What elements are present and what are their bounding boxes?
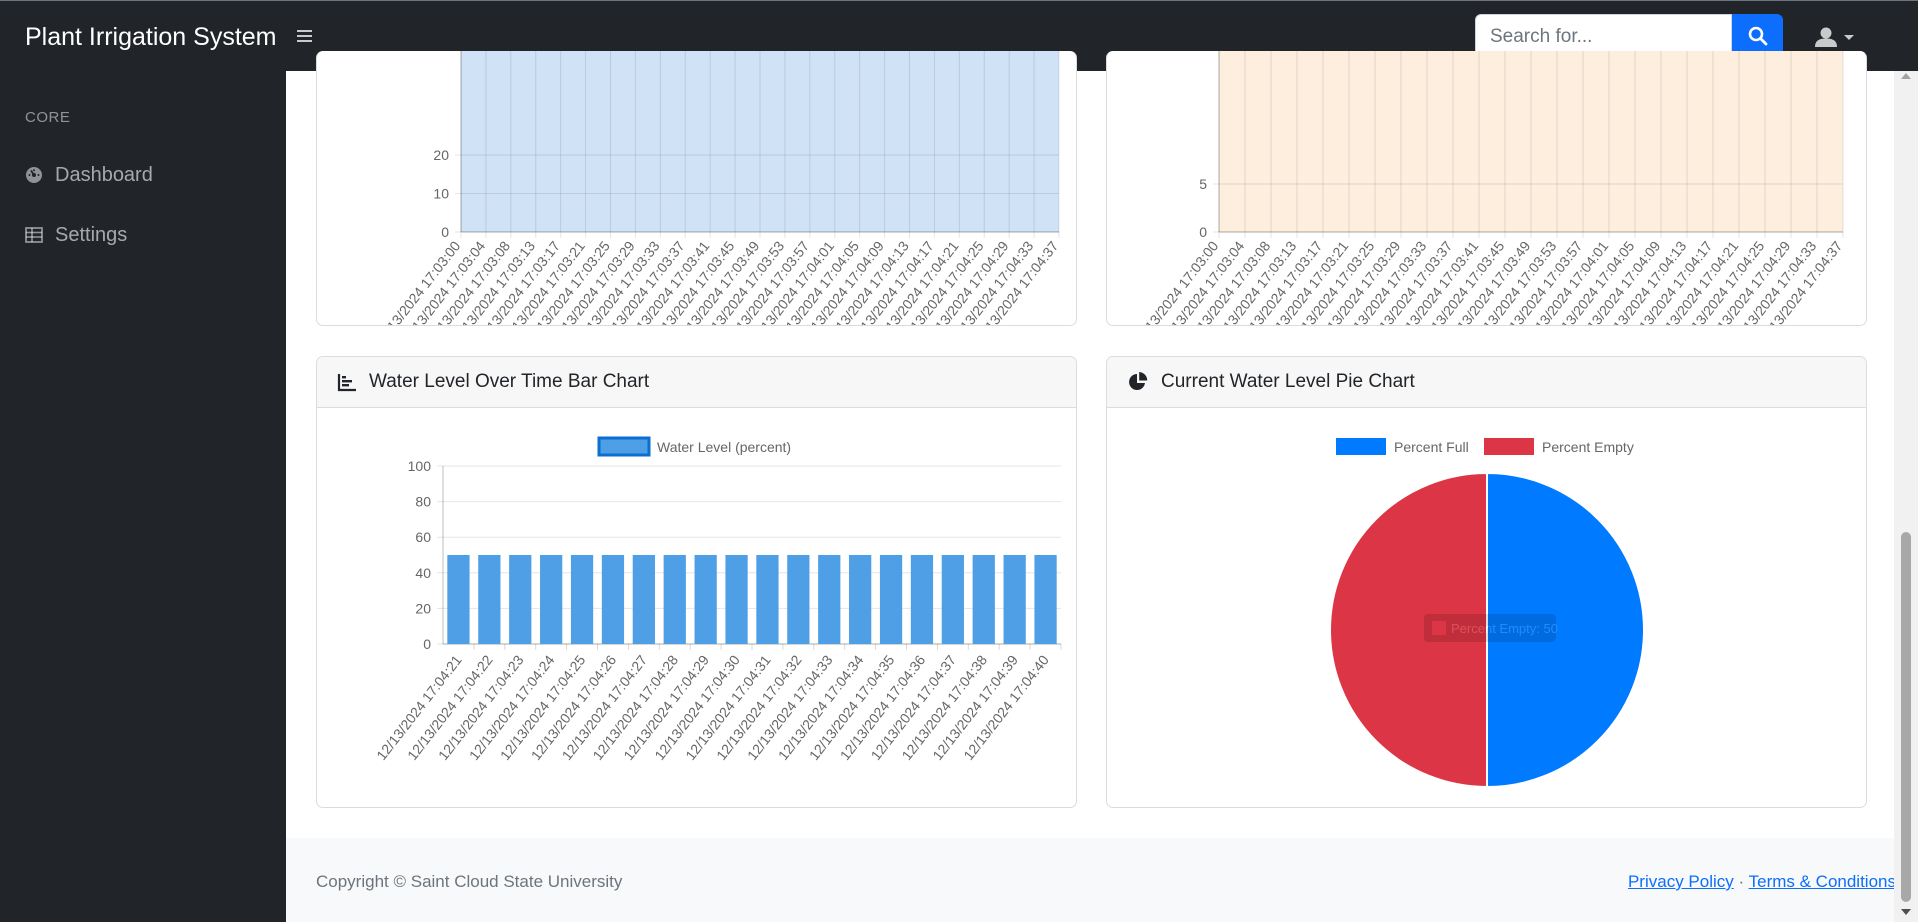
legend-swatch	[597, 436, 651, 457]
area-chart-left: 0102012/13/2024 17:03:0012/13/2024 17:03…	[372, 51, 1061, 325]
sidebar-item-label: Dashboard	[55, 163, 153, 186]
bar	[1034, 555, 1057, 644]
table-icon	[25, 227, 43, 243]
page-scrollbar[interactable]	[1894, 71, 1918, 922]
bar	[849, 555, 872, 644]
scroll-up-arrow-icon[interactable]	[1901, 73, 1911, 79]
tooltip-text: Percent Empty: 50	[1451, 621, 1558, 636]
area-chart-card-left: 0 10 20 12/13/2024 17:03:00 12/13/2024 17:03…	[316, 51, 1077, 326]
bar	[663, 555, 686, 644]
pie-chart: Percent Full Percent Empty Percent Empty: …	[1329, 438, 1645, 789]
sidebar-item-label: Settings	[55, 223, 128, 246]
y-tick-label: 20	[415, 600, 431, 616]
scroll-thumb[interactable]	[1901, 532, 1911, 902]
main-content: 0 10 20 12/13/2024 17:03:00 12/13/2024 17:03…	[286, 51, 1894, 922]
y-tick-label: 0	[441, 224, 449, 240]
terms-link[interactable]: Terms & Conditions	[1749, 872, 1896, 891]
y-tick-label: 10	[433, 186, 449, 202]
legend-label: Water Level (percent)	[657, 439, 791, 455]
y-tick-label: 20	[433, 147, 449, 163]
brand-title[interactable]: Plant Irrigation System	[25, 21, 277, 53]
area-chart-card-right: 0 5 12/13/2024 17:03:00 12/13/2024 17:03:04…	[1106, 51, 1867, 326]
privacy-policy-link[interactable]: Privacy Policy	[1628, 872, 1734, 891]
legend-swatch	[1484, 438, 1534, 455]
sidebar: CORE Dashboard Settings	[0, 71, 286, 922]
footer-separator: ·	[1738, 872, 1745, 891]
bar	[941, 555, 964, 644]
bar	[756, 555, 779, 644]
copyright-text: Copyright © Saint Cloud State University	[316, 872, 623, 891]
bar	[570, 555, 594, 644]
legend-label: Percent Empty	[1542, 439, 1634, 455]
sidebar-item-dashboard[interactable]: Dashboard	[25, 160, 153, 190]
y-tick-label: 60	[415, 529, 431, 545]
legend-label: Percent Full	[1394, 439, 1469, 455]
user-menu-button[interactable]	[1812, 25, 1860, 51]
y-tick-label: 0	[1199, 224, 1207, 240]
menu-toggle-icon[interactable]	[294, 25, 316, 47]
area-chart-right: 0512/13/2024 17:03:0012/13/2024 17:03:04…	[1130, 51, 1845, 325]
sidebar-heading: CORE	[25, 109, 71, 126]
bar	[818, 555, 841, 644]
legend-swatch	[1336, 438, 1386, 455]
bar	[632, 555, 655, 644]
footer: Copyright © Saint Cloud State University…	[286, 838, 1896, 922]
bar	[601, 555, 625, 644]
bar-chart: Water Level (percent)02040608010012/13/2…	[373, 436, 1062, 763]
bar	[910, 555, 934, 644]
bar-chart-card: Water Level Over Time Bar Chart Water Le…	[316, 356, 1077, 808]
bar	[1003, 555, 1026, 644]
bar	[447, 555, 470, 644]
bar	[540, 555, 563, 644]
caret-down-icon	[1844, 35, 1854, 40]
bar	[509, 555, 532, 644]
user-icon	[1815, 27, 1837, 47]
y-tick-label: 5	[1199, 176, 1207, 192]
search-icon	[1748, 26, 1767, 45]
y-tick-label: 40	[415, 565, 431, 581]
y-tick-label: 0	[423, 636, 431, 652]
gauge-icon	[26, 167, 42, 183]
footer-links: Privacy Policy · Terms & Conditions	[1628, 872, 1896, 892]
bar	[694, 555, 717, 644]
bar	[972, 555, 995, 644]
y-tick-label: 80	[415, 494, 431, 510]
bar	[478, 555, 501, 644]
y-tick-label: 100	[408, 458, 432, 474]
pie-chart-card: Current Water Level Pie Chart Percent Fu…	[1106, 356, 1867, 808]
pie-tooltip: Percent Empty: 50	[1424, 614, 1558, 642]
bar	[787, 555, 810, 644]
scroll-down-arrow-icon[interactable]	[1901, 909, 1911, 915]
bar	[879, 555, 903, 644]
tooltip-swatch	[1432, 621, 1446, 635]
sidebar-item-settings[interactable]: Settings	[25, 220, 127, 250]
bar	[725, 555, 748, 644]
